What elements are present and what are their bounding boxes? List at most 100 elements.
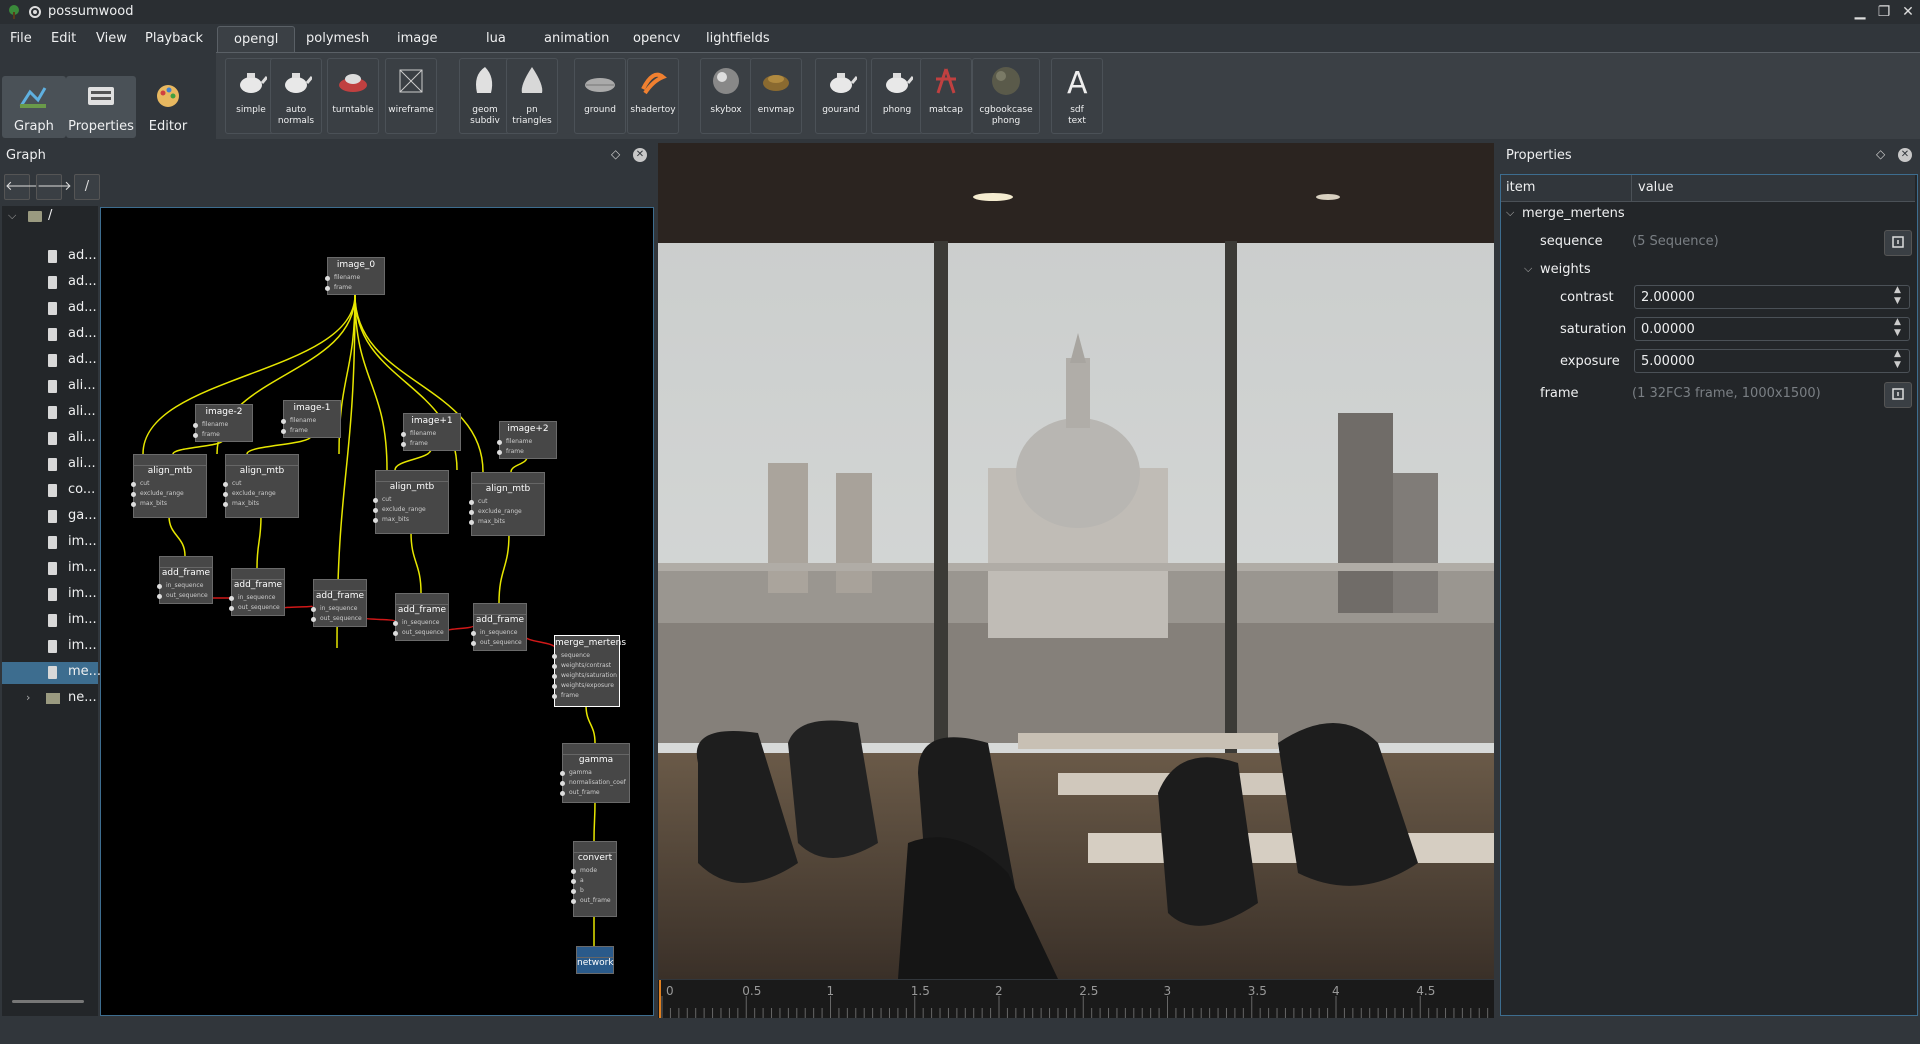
node-port[interactable] bbox=[393, 631, 398, 636]
tree-item[interactable]: ad... bbox=[2, 324, 98, 346]
graph-node[interactable]: convert mode a b out_frame bbox=[571, 841, 617, 917]
menu-view[interactable]: View bbox=[96, 31, 127, 46]
editor-mode-button[interactable]: Editor bbox=[136, 76, 200, 138]
graph-canvas[interactable]: image_0 filename frame image-2 filename frame… bbox=[100, 207, 654, 1016]
tree-item[interactable]: im... bbox=[2, 610, 98, 632]
exposure-stepper[interactable]: ▲ ▼ bbox=[1894, 349, 1901, 371]
maximize-button[interactable]: ❐ bbox=[1874, 2, 1894, 22]
menu-playback[interactable]: Playback bbox=[145, 31, 203, 46]
node-port[interactable] bbox=[373, 498, 378, 503]
node-port[interactable] bbox=[373, 508, 378, 513]
node-port[interactable] bbox=[471, 631, 476, 636]
node-port[interactable] bbox=[223, 492, 228, 497]
node-port[interactable] bbox=[311, 607, 316, 612]
tool-shadertoy-button[interactable]: shadertoy bbox=[627, 58, 679, 134]
frame-edit-button[interactable] bbox=[1884, 382, 1912, 408]
tab-image[interactable]: image bbox=[381, 26, 454, 52]
tree-item[interactable]: ad... bbox=[2, 298, 98, 320]
node-port[interactable] bbox=[229, 606, 234, 611]
tool-envmap-button[interactable]: envmap bbox=[750, 58, 802, 134]
menu-edit[interactable]: Edit bbox=[51, 31, 76, 46]
node-port[interactable] bbox=[193, 433, 198, 438]
exposure-spinbox[interactable]: 5.00000 bbox=[1634, 349, 1910, 373]
tool-matcap-button[interactable]: matcap bbox=[920, 58, 972, 134]
graph-node[interactable]: image_0 filename frame bbox=[325, 257, 385, 295]
node-port[interactable] bbox=[223, 502, 228, 507]
node-port[interactable] bbox=[552, 674, 557, 679]
node-port[interactable] bbox=[311, 617, 316, 622]
close-properties-panel-icon[interactable]: ✕ bbox=[1898, 148, 1912, 162]
node-port[interactable] bbox=[571, 889, 576, 894]
graph-node[interactable]: add_frame in_sequence out_sequence bbox=[157, 556, 213, 604]
tree-item[interactable]: co... bbox=[2, 480, 98, 502]
tool-auto-normals-button[interactable]: auto normals bbox=[270, 58, 322, 134]
column-item-header[interactable]: item bbox=[1506, 180, 1535, 195]
graph-node[interactable]: image-1 filename frame bbox=[281, 400, 341, 438]
back-button[interactable]: 🡐 bbox=[4, 174, 40, 200]
graph-mode-button[interactable]: Graph bbox=[2, 76, 66, 138]
node-port[interactable] bbox=[552, 654, 557, 659]
tool-skybox-button[interactable]: skybox bbox=[700, 58, 752, 134]
chevron-down-icon[interactable]: ⌵ bbox=[8, 209, 16, 223]
node-port[interactable] bbox=[552, 664, 557, 669]
node-port[interactable] bbox=[325, 276, 330, 281]
tab-lua[interactable]: lua bbox=[470, 26, 522, 52]
node-port[interactable] bbox=[401, 442, 406, 447]
close-button[interactable]: ✕ bbox=[1898, 2, 1918, 22]
graph-node[interactable]: network bbox=[576, 946, 614, 974]
node-port[interactable] bbox=[281, 419, 286, 424]
node-port[interactable] bbox=[469, 510, 474, 515]
tree-item[interactable]: ali... bbox=[2, 402, 98, 424]
graph-node[interactable]: image-2 filename frame bbox=[193, 404, 253, 442]
node-port[interactable] bbox=[401, 432, 406, 437]
graph-node[interactable]: add_frame in_sequence out_sequence bbox=[229, 568, 285, 616]
graph-node[interactable]: gamma gamma normalisation_coef out_frame bbox=[560, 743, 630, 803]
graph-node[interactable]: image+1 filename frame bbox=[401, 413, 461, 451]
float-panel-icon[interactable]: ◇ bbox=[611, 147, 620, 161]
contrast-spinbox[interactable]: 2.00000 bbox=[1634, 285, 1910, 309]
saturation-stepper[interactable]: ▲ ▼ bbox=[1894, 317, 1901, 339]
chevron-down-icon[interactable]: ⌵ bbox=[1524, 262, 1532, 276]
tree-item[interactable]: ali... bbox=[2, 454, 98, 476]
properties-mode-button[interactable]: Properties bbox=[66, 76, 136, 138]
sequence-edit-button[interactable] bbox=[1884, 230, 1912, 256]
node-port[interactable] bbox=[552, 694, 557, 699]
graph-node[interactable]: image+2 filename frame bbox=[497, 421, 557, 459]
tab-opengl[interactable]: opengl bbox=[217, 26, 295, 53]
minimize-button[interactable]: ▁ bbox=[1850, 2, 1870, 22]
gear-icon[interactable] bbox=[28, 5, 42, 19]
tree-item[interactable]: im... bbox=[2, 532, 98, 554]
tree-item[interactable]: ad... bbox=[2, 350, 98, 372]
node-port[interactable] bbox=[157, 584, 162, 589]
node-port[interactable] bbox=[223, 482, 228, 487]
node-port[interactable] bbox=[469, 500, 474, 505]
node-port[interactable] bbox=[157, 594, 162, 599]
tree-item[interactable]: im... bbox=[2, 636, 98, 658]
node-port[interactable] bbox=[552, 684, 557, 689]
tree-item[interactable]: › ne... bbox=[2, 688, 98, 710]
tool-sdf-text-button[interactable]: Asdf text bbox=[1051, 58, 1103, 134]
tab-lightfields[interactable]: lightfields bbox=[690, 26, 786, 52]
node-port[interactable] bbox=[571, 879, 576, 884]
tool-ground-button[interactable]: ground bbox=[574, 58, 626, 134]
tree-item[interactable]: im... bbox=[2, 558, 98, 580]
graph-node[interactable]: align_mtb cut exclude_range max_bits bbox=[469, 472, 545, 536]
node-port[interactable] bbox=[131, 482, 136, 487]
node-port[interactable] bbox=[393, 621, 398, 626]
node-port[interactable] bbox=[471, 641, 476, 646]
graph-node[interactable]: align_mtb cut exclude_range max_bits bbox=[131, 454, 207, 518]
tree-item[interactable]: ad... bbox=[2, 272, 98, 294]
contrast-stepper[interactable]: ▲ ▼ bbox=[1894, 285, 1901, 307]
float-panel-icon[interactable]: ◇ bbox=[1876, 147, 1885, 161]
column-value-header[interactable]: value bbox=[1638, 180, 1674, 195]
node-port[interactable] bbox=[497, 450, 502, 455]
node-port[interactable] bbox=[373, 518, 378, 523]
tree-root[interactable]: / bbox=[48, 208, 52, 223]
node-port[interactable] bbox=[469, 520, 474, 525]
node-port[interactable] bbox=[560, 791, 565, 796]
node-port[interactable] bbox=[131, 502, 136, 507]
tool-pn-triangles-button[interactable]: pn triangles bbox=[506, 58, 558, 134]
viewport[interactable] bbox=[658, 143, 1494, 979]
tree-item[interactable]: ali... bbox=[2, 428, 98, 450]
close-graph-panel-icon[interactable]: ✕ bbox=[633, 148, 647, 162]
